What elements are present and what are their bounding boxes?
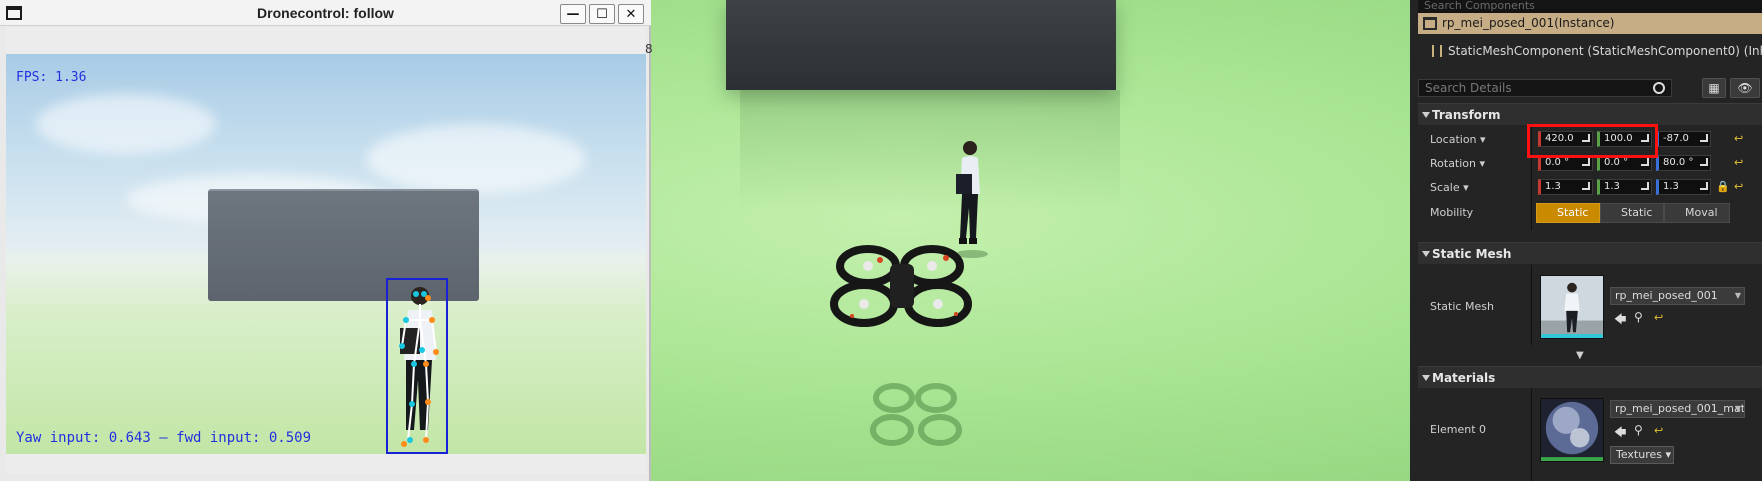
- stray-digit: 8: [645, 42, 653, 56]
- search-details-input[interactable]: Search Details: [1418, 79, 1672, 97]
- static-mesh-label: Static Mesh: [1430, 300, 1494, 313]
- instance-label: rp_mei_posed_001(Instance): [1442, 16, 1615, 30]
- search-components-input[interactable]: Search Components: [1418, 0, 1762, 13]
- window-title: Dronecontrol: follow: [257, 5, 394, 21]
- location-label[interactable]: Location ▾: [1430, 133, 1486, 146]
- scale-z-field[interactable]: 1.3: [1656, 179, 1711, 195]
- material-thumbnail[interactable]: [1540, 398, 1604, 462]
- reset-arrow-icon[interactable]: ↩: [1734, 156, 1743, 169]
- component-label: StaticMeshComponent (StaticMeshComponent…: [1448, 44, 1762, 58]
- grid-icon[interactable]: ▦: [1702, 78, 1726, 98]
- screen: Dronecontrol: follow — ☐ ✕ 8 FPS: 1.36 Y…: [0, 0, 1762, 481]
- section-transform[interactable]: Transform: [1418, 103, 1762, 125]
- search-icon[interactable]: [1653, 82, 1665, 94]
- window-titlebar[interactable]: Dronecontrol: follow — ☐ ✕: [0, 0, 651, 26]
- mobility-static-option[interactable]: Static: [1536, 203, 1600, 223]
- mobility-movable-option[interactable]: Moval: [1664, 203, 1730, 223]
- dronecontrol-window: Dronecontrol: follow — ☐ ✕ 8 FPS: 1.36 Y…: [0, 0, 653, 481]
- reset-arrow-icon[interactable]: ↩: [1654, 311, 1663, 324]
- static-mesh-asset-combo[interactable]: rp_mei_posed_001: [1610, 287, 1745, 305]
- static-mesh-thumbnail[interactable]: [1540, 275, 1604, 339]
- textures-dropdown[interactable]: Textures ▾: [1610, 446, 1674, 464]
- scale-x-field[interactable]: 1.3: [1538, 179, 1593, 195]
- eye-icon[interactable]: 👁: [1730, 78, 1760, 98]
- scene-drone[interactable]: [828, 240, 978, 332]
- mobility-label: Mobility: [1430, 206, 1474, 219]
- lock-icon[interactable]: 🔒: [1716, 180, 1730, 193]
- search-icon[interactable]: ⚲: [1634, 423, 1643, 437]
- section-materials[interactable]: Materials: [1418, 366, 1762, 388]
- sky-cloud: [36, 94, 216, 154]
- column-divider: [1531, 265, 1532, 345]
- minimize-icon[interactable]: —: [560, 4, 586, 24]
- expand-chevron-icon[interactable]: ▼: [1576, 350, 1584, 361]
- close-icon[interactable]: ✕: [618, 4, 644, 24]
- fps-readout: FPS: 1.36: [16, 70, 87, 85]
- window-toolbar-area: [6, 27, 645, 54]
- rotation-z-field[interactable]: 80.0 °: [1656, 155, 1711, 171]
- tracking-bounding-box: [386, 278, 448, 454]
- mobility-stationary-option[interactable]: Static: [1600, 203, 1664, 223]
- block-shadow: [740, 90, 1120, 210]
- scale-label[interactable]: Scale ▾: [1430, 181, 1469, 194]
- sky-cloud: [366, 124, 586, 194]
- instance-row[interactable]: rp_mei_posed_001(Instance): [1418, 13, 1762, 34]
- material-asset-combo[interactable]: rp_mei_posed_001_mat: [1610, 400, 1745, 418]
- component-row[interactable]: StaticMeshComponent (StaticMeshComponent…: [1418, 40, 1762, 62]
- search-icon[interactable]: ⚲: [1634, 310, 1643, 324]
- rotation-label[interactable]: Rotation ▾: [1430, 157, 1485, 170]
- location-z-field[interactable]: -87.0: [1656, 131, 1711, 147]
- reset-arrow-icon[interactable]: ↩: [1734, 180, 1743, 193]
- highlight-box: [1527, 124, 1658, 158]
- section-static-mesh[interactable]: Static Mesh: [1418, 242, 1762, 264]
- browse-arrow-icon[interactable]: 🡄: [1614, 310, 1626, 331]
- drone-shadow: [870, 383, 962, 446]
- column-divider: [1531, 389, 1532, 481]
- actor-icon: [1423, 17, 1437, 30]
- component-icon: [1432, 45, 1442, 57]
- element0-label: Element 0: [1430, 423, 1487, 436]
- maximize-icon[interactable]: ☐: [589, 4, 615, 24]
- control-readout: Yaw input: 0.643 — fwd input: 0.509: [16, 430, 312, 446]
- browse-arrow-icon[interactable]: 🡄: [1614, 423, 1626, 444]
- reset-arrow-icon[interactable]: ↩: [1734, 132, 1743, 145]
- search-details-placeholder: Search Details: [1425, 81, 1512, 95]
- scale-y-field[interactable]: 1.3: [1597, 179, 1652, 195]
- scene-dark-block: [726, 0, 1116, 90]
- camera-feed: FPS: 1.36 Yaw input: 0.643 — fwd input: …: [6, 54, 646, 454]
- reset-arrow-icon[interactable]: ↩: [1654, 424, 1663, 437]
- window-status-area: [6, 454, 646, 474]
